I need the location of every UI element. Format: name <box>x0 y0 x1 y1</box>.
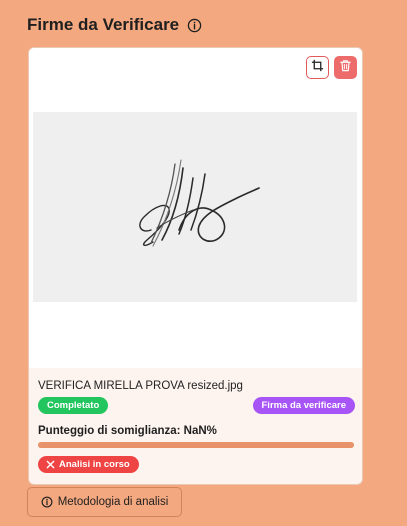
similarity-progress-fill <box>38 442 354 448</box>
status-badge: Completato <box>38 397 109 414</box>
x-icon <box>46 460 55 469</box>
section-header: Firme da Verificare <box>27 15 202 35</box>
analysis-methodology-button[interactable]: Metodologia di analisi <box>27 487 182 517</box>
signature-card: VERIFICA MIRELLA PROVA resized.jpg Compl… <box>28 47 363 485</box>
type-badge: Firma da verificare <box>252 397 355 414</box>
similarity-progress-bar <box>38 442 354 448</box>
info-circle-icon <box>41 496 53 508</box>
analysis-status-label: Analisi in corso <box>59 459 130 470</box>
delete-button[interactable] <box>334 56 357 79</box>
signature-image-area <box>29 48 362 368</box>
signature-image <box>33 112 357 302</box>
info-circle-icon[interactable] <box>187 18 202 33</box>
badges-row: Completato Firma da verificare <box>38 397 355 414</box>
file-name: VERIFICA MIRELLA PROVA resized.jpg <box>38 380 243 392</box>
trash-icon <box>339 59 352 77</box>
analysis-methodology-label: Metodologia di analisi <box>57 496 169 508</box>
crop-icon <box>311 59 324 77</box>
analysis-status-badge: Analisi in corso <box>38 456 139 473</box>
crop-button[interactable] <box>306 56 329 79</box>
similarity-score-label: Punteggio di somiglianza: NaN% <box>38 425 217 437</box>
signature-info: VERIFICA MIRELLA PROVA resized.jpg Compl… <box>29 368 362 484</box>
section-title: Firme da Verificare <box>27 15 180 34</box>
image-toolbar <box>306 56 357 79</box>
